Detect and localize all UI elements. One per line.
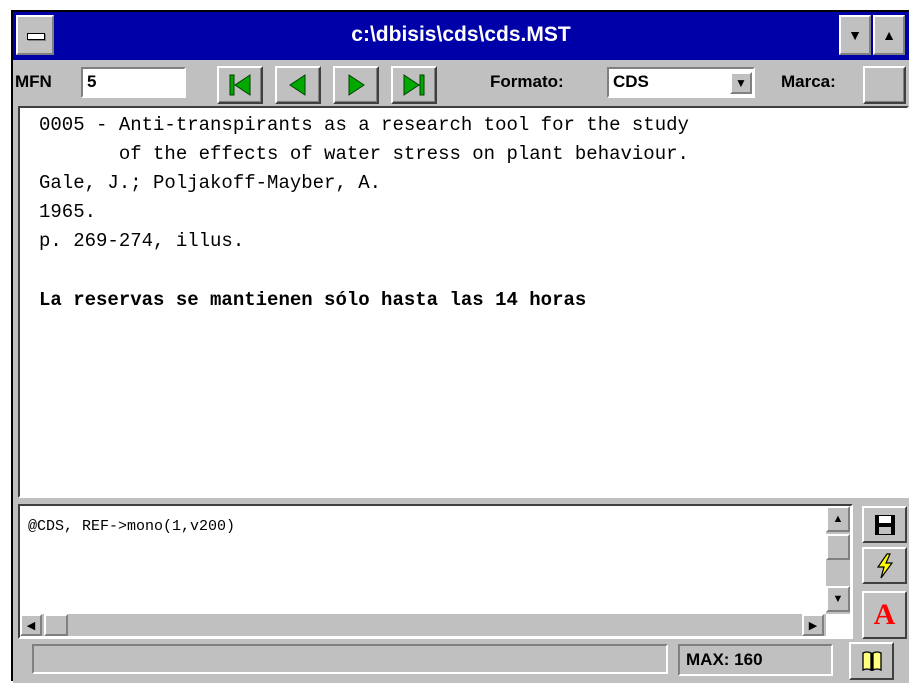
previous-record-button[interactable] (275, 66, 321, 104)
next-record-button[interactable] (333, 66, 379, 104)
chevron-down-icon: ▼ (735, 76, 747, 90)
save-icon (874, 514, 895, 535)
book-icon (861, 651, 882, 672)
minimize-button[interactable]: ▼ (839, 15, 871, 55)
execute-button[interactable] (862, 547, 907, 584)
mark-label: Marca: (781, 72, 836, 91)
window-title: c:\dbisis\cds\cds.MST (351, 23, 571, 46)
record-line: of the effects of water stress on plant … (39, 143, 689, 165)
scroll-thumb-horizontal[interactable] (44, 614, 68, 636)
previous-record-icon (289, 74, 306, 96)
mfn-label: MFN (15, 72, 52, 91)
application-window: c:\dbisis\cds\cds.MST ▼ ▲ MFN 5 Formato:… (11, 10, 909, 683)
format-dropdown-button[interactable]: ▼ (730, 72, 752, 94)
system-menu-button[interactable] (16, 15, 54, 55)
maximize-icon: ▲ (882, 27, 896, 43)
last-record-icon (403, 74, 425, 96)
system-menu-icon (27, 33, 45, 40)
lightning-icon (876, 552, 893, 578)
max-records-indicator: MAX: 160 (678, 644, 833, 676)
mfn-input[interactable]: 5 (81, 67, 186, 98)
scroll-up-button[interactable]: ▲ (826, 506, 850, 532)
record-line: 0005 - Anti-transpirants as a research t… (39, 114, 689, 136)
arrow-left-icon: ◀ (26, 619, 36, 632)
reservation-notice: La reservas se mantienen sólo hasta las … (39, 289, 587, 311)
arrow-right-icon: ▶ (808, 619, 818, 632)
status-bar: MAX: 160 (13, 640, 909, 683)
format-editor[interactable]: @CDS, REF->mono(1,v200) ▲ ▼ ◀ ▶ (18, 504, 853, 639)
arrow-up-icon: ▲ (832, 513, 844, 525)
record-line: p. 269-274, illus. (39, 230, 245, 252)
first-record-button[interactable] (217, 66, 263, 104)
title-bar[interactable]: c:\dbisis\cds\cds.MST ▼ ▲ (13, 12, 909, 60)
scroll-down-button[interactable]: ▼ (826, 586, 850, 612)
first-record-icon (229, 74, 251, 96)
save-button[interactable] (862, 506, 907, 543)
format-select[interactable]: CDS ▼ (607, 67, 755, 98)
arrow-down-icon: ▼ (832, 593, 844, 605)
maximize-button[interactable]: ▲ (873, 15, 905, 55)
scroll-right-button[interactable]: ▶ (802, 614, 824, 636)
font-icon: A (873, 598, 896, 631)
horizontal-scrollbar[interactable]: ◀ ▶ (20, 614, 826, 636)
format-select-value: CDS (613, 72, 649, 91)
minimize-icon: ▼ (848, 27, 862, 43)
toolbar: MFN 5 Formato: CDS ▼ Marca: (13, 60, 909, 106)
format-label: Formato: (490, 72, 564, 91)
vertical-scrollbar[interactable]: ▲ ▼ (826, 506, 850, 614)
record-line: 1965. (39, 201, 97, 223)
book-button[interactable] (849, 642, 894, 680)
mark-button[interactable] (863, 66, 906, 104)
status-message (32, 644, 668, 674)
scroll-thumb[interactable] (826, 534, 850, 560)
scroll-left-button[interactable]: ◀ (20, 614, 42, 636)
record-line: Gale, J.; Poljakoff-Mayber, A. (39, 172, 382, 194)
next-record-icon (348, 74, 365, 96)
record-display: 0005 - Anti-transpirants as a research t… (18, 106, 909, 498)
format-expression[interactable]: @CDS, REF->mono(1,v200) (28, 518, 235, 535)
font-button[interactable]: A (862, 591, 907, 639)
last-record-button[interactable] (391, 66, 437, 104)
